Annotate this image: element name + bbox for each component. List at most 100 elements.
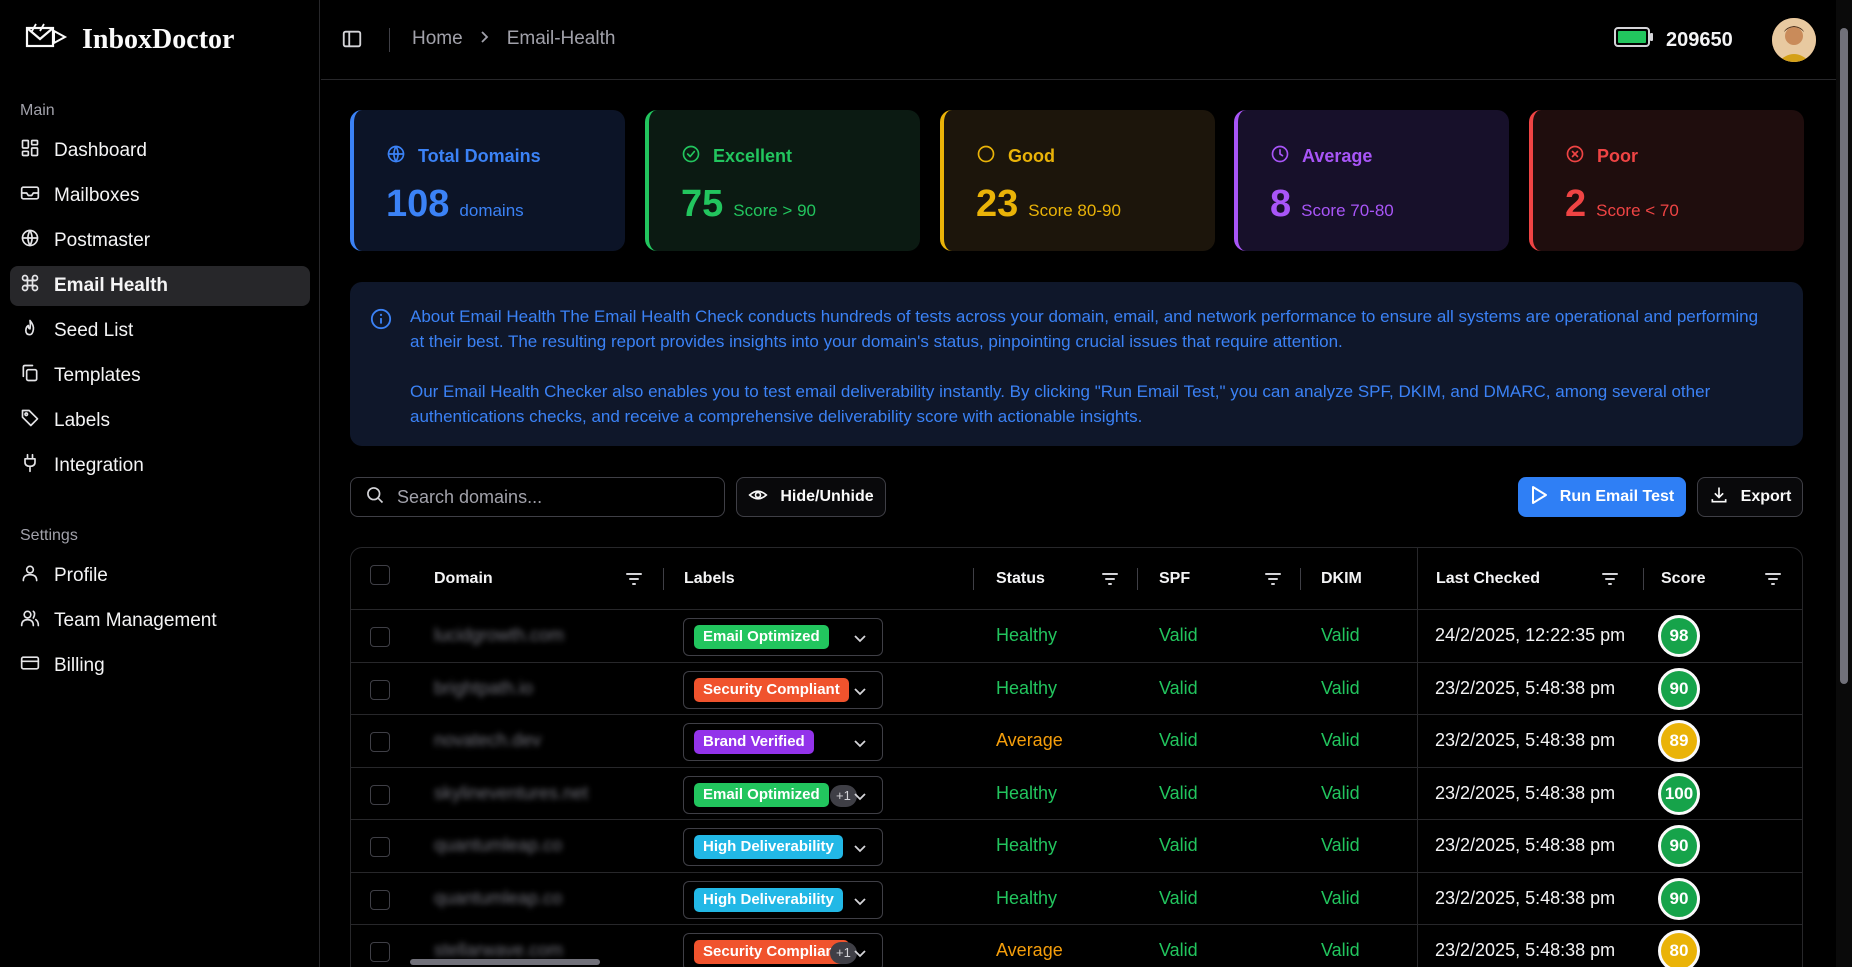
chevron-down-icon[interactable] [852, 893, 868, 909]
column-divider [1417, 548, 1418, 967]
header-score[interactable]: Score [1661, 570, 1705, 588]
header-labels[interactable]: Labels [684, 570, 735, 588]
avatar[interactable] [1772, 18, 1816, 62]
labels-dropdown[interactable]: Email Optimized +1 [683, 775, 883, 814]
header-last-checked[interactable]: Last Checked [1436, 570, 1540, 588]
stat-card-title: Average [1270, 144, 1509, 169]
sidebar-item-profile[interactable]: Profile [10, 556, 310, 596]
credits-value: 209650 [1666, 28, 1733, 51]
row-checkbox[interactable] [370, 942, 390, 962]
main-nav: Dashboard Mailboxes Postmaster Email Health… [10, 131, 310, 491]
header-domain[interactable]: Domain [434, 570, 493, 588]
labels-dropdown[interactable]: Security Compliant +1 [683, 933, 883, 967]
vertical-scrollbar[interactable] [1836, 0, 1852, 967]
domain-cell[interactable]: quantumleap.co [434, 888, 562, 909]
table-row[interactable]: lucidgrowth.com Email Optimized Healthy Val… [351, 610, 1802, 663]
row-checkbox[interactable] [370, 627, 390, 647]
labels-dropdown[interactable]: High Deliverability [683, 828, 883, 866]
chevron-down-icon[interactable] [852, 788, 868, 804]
sidebar-item-dashboard[interactable]: Dashboard [10, 131, 310, 171]
chevron-down-icon[interactable] [852, 840, 868, 856]
info-panel: About Email Health The Email Health Chec… [350, 282, 1803, 446]
sidebar-item-templates[interactable]: Templates [10, 356, 310, 396]
table-row[interactable]: quantumleap.co High Deliverability Healthy… [351, 873, 1802, 925]
select-all-checkbox[interactable] [370, 565, 390, 585]
row-checkbox[interactable] [370, 784, 390, 805]
stat-card-average[interactable]: Average 8 Score 70-80 [1234, 110, 1509, 251]
chevron-down-icon[interactable] [852, 630, 868, 646]
score-badge: 80 [1658, 930, 1700, 967]
breadcrumb-home[interactable]: Home [412, 28, 463, 50]
info-icon [370, 308, 392, 337]
domain-cell[interactable]: lucidgrowth.com [434, 625, 564, 646]
brand[interactable]: InboxDoctor [24, 22, 234, 57]
hide-unhide-button[interactable]: Hide/Unhide [736, 477, 886, 517]
search-box[interactable] [350, 477, 725, 517]
stat-card-good[interactable]: Good 23 Score 80-90 [940, 110, 1215, 251]
stat-subtitle: Score > 90 [733, 201, 816, 220]
domain-cell[interactable]: quantumleap.co [434, 835, 562, 856]
search-input[interactable] [397, 486, 697, 508]
header-dkim[interactable]: DKIM [1321, 570, 1362, 588]
topbar: Home Email-Health 209650 [321, 0, 1836, 80]
header-status[interactable]: Status [996, 570, 1045, 588]
table-row[interactable]: novatech.dev Brand Verified Average Valid Va… [351, 715, 1802, 768]
filter-icon[interactable] [1764, 570, 1782, 588]
table-row[interactable]: brightpath.io Security Compliant Healthy Va… [351, 663, 1802, 715]
row-checkbox[interactable] [370, 679, 390, 700]
header-spf[interactable]: SPF [1159, 570, 1190, 588]
sidebar-item-labels[interactable]: Labels [10, 401, 310, 441]
status-cell: Healthy [996, 835, 1058, 855]
filter-icon[interactable] [1101, 570, 1119, 588]
chevron-down-icon[interactable] [852, 735, 868, 751]
scrollbar-thumb[interactable] [1840, 28, 1848, 684]
sidebar-item-team-management[interactable]: Team Management [10, 601, 310, 641]
chevron-down-icon[interactable] [852, 683, 868, 699]
row-checkbox[interactable] [370, 837, 390, 857]
domain-cell[interactable]: brightpath.io [434, 678, 533, 699]
breadcrumb: Home Email-Health [391, 28, 615, 50]
sidebar-toggle-icon[interactable] [341, 28, 365, 52]
horizontal-scrollbar[interactable] [410, 959, 600, 965]
sidebar-item-billing[interactable]: Billing [10, 646, 310, 686]
dkim-cell: Valid [1321, 730, 1360, 750]
users-icon [20, 608, 40, 634]
filter-icon[interactable] [625, 570, 643, 588]
filter-icon[interactable] [1264, 570, 1282, 588]
sidebar-item-email-health[interactable]: Email Health [10, 266, 310, 306]
spf-cell: Valid [1159, 625, 1198, 645]
sidebar-item-label: Mailboxes [54, 185, 140, 206]
domain-cell[interactable]: skylineventures.net [434, 783, 588, 804]
domain-cell[interactable]: novatech.dev [434, 730, 541, 751]
labels-dropdown[interactable]: Security Compliant [683, 670, 883, 709]
table-row[interactable]: skylineventures.net Email Optimized +1 Heal… [351, 768, 1802, 820]
stat-title: Total Domains [418, 146, 541, 166]
table-row[interactable]: quantumleap.co High Deliverability Healthy… [351, 820, 1802, 873]
stat-value: 8 [1270, 183, 1292, 225]
row-checkbox[interactable] [370, 732, 390, 752]
stat-card-excellent[interactable]: Excellent 75 Score > 90 [645, 110, 920, 251]
stat-card-poor[interactable]: Poor 2 Score < 70 [1529, 110, 1804, 251]
chevron-right-icon [479, 28, 491, 50]
run-email-test-button[interactable]: Run Email Test [1518, 477, 1686, 517]
row-checkbox[interactable] [370, 889, 390, 910]
stat-value: 75 [681, 183, 724, 225]
chevron-down-icon[interactable] [852, 945, 868, 961]
labels-dropdown[interactable]: High Deliverability [683, 880, 883, 919]
info-paragraph-1: About Email Health The Email Health Chec… [410, 307, 1759, 351]
labels-dropdown[interactable]: Email Optimized [683, 618, 883, 656]
copy-icon [20, 363, 40, 389]
plug-icon [20, 453, 40, 479]
sidebar-item-postmaster[interactable]: Postmaster [10, 221, 310, 261]
dkim-cell: Valid [1321, 835, 1360, 855]
labels-dropdown[interactable]: Brand Verified [683, 723, 883, 761]
stat-card-title: Total Domains [386, 144, 625, 169]
filter-icon[interactable] [1601, 570, 1619, 588]
sidebar-item-seed-list[interactable]: Seed List [10, 311, 310, 351]
export-button[interactable]: Export [1697, 477, 1803, 517]
sidebar-item-label: Labels [54, 410, 110, 431]
stat-card-total-domains[interactable]: Total Domains 108 domains [350, 110, 625, 251]
domain-cell[interactable]: stellarwave.com [434, 940, 563, 961]
sidebar-item-integration[interactable]: Integration [10, 446, 310, 486]
sidebar-item-mailboxes[interactable]: Mailboxes [10, 176, 310, 216]
